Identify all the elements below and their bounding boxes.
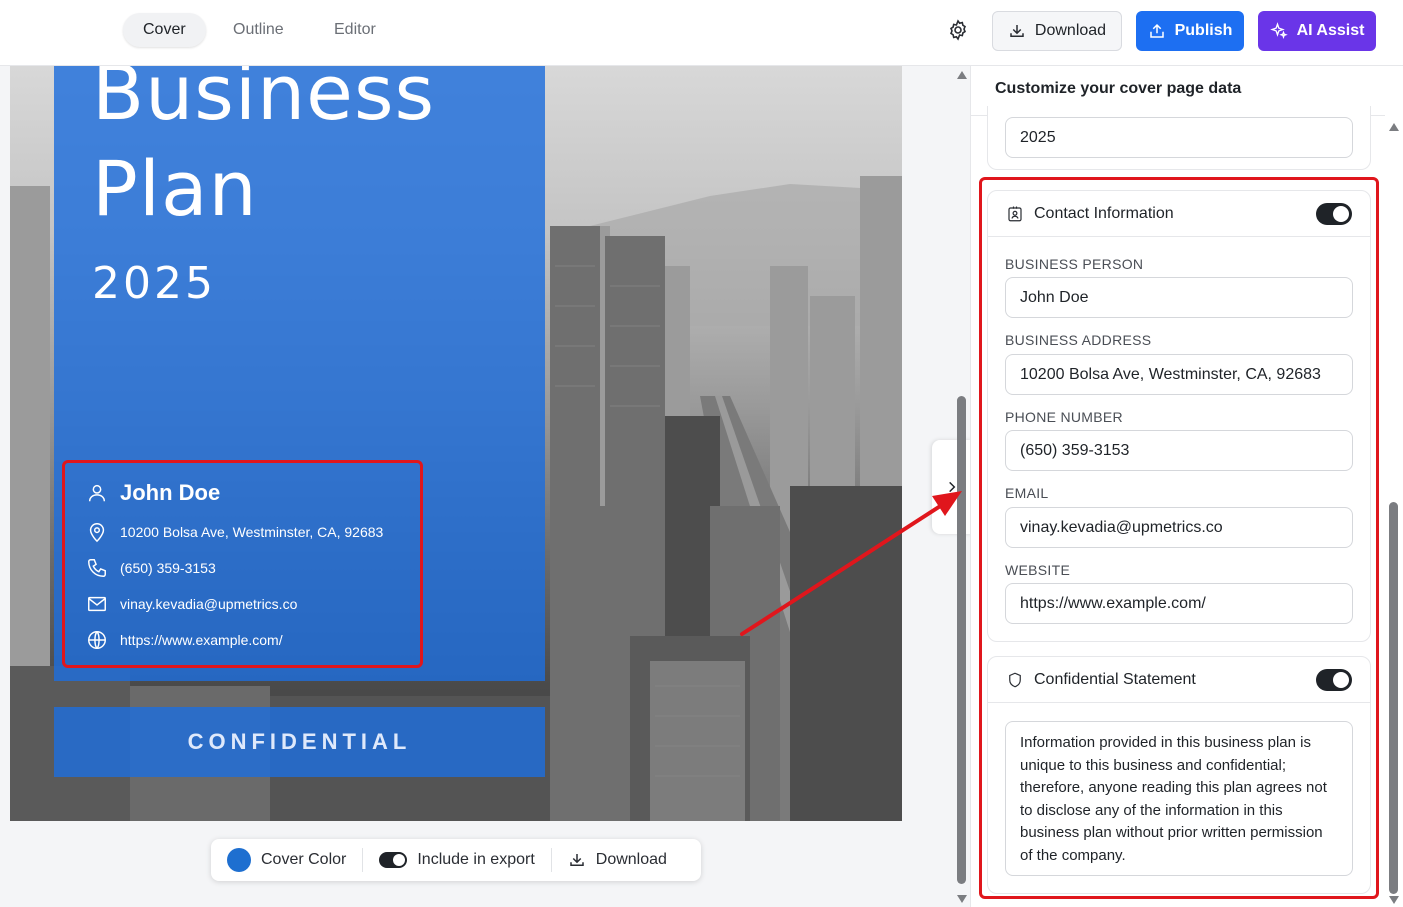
panel-scrollbar[interactable]: [1387, 120, 1401, 905]
cover-title-line-1: Business: [92, 66, 436, 137]
cover-year: 2025: [92, 258, 216, 309]
cover-title-line-2: Plan: [92, 144, 258, 233]
gear-icon[interactable]: [946, 18, 970, 42]
confidential-band: CONFIDENTIAL: [54, 707, 545, 777]
highlight-box-cover-contact: [62, 460, 423, 668]
include-in-export-toggle[interactable]: [379, 852, 408, 868]
ai-assist-button[interactable]: AI Assist: [1258, 11, 1376, 51]
cover-color-control[interactable]: Cover Color: [211, 847, 362, 873]
include-in-export-control[interactable]: Include in export: [363, 847, 550, 873]
customize-panel: Customize your cover page data 2025 Cont…: [970, 66, 1403, 907]
canvas-scrollbar[interactable]: [956, 70, 968, 904]
download-icon: [1010, 25, 1024, 37]
cover-toolbar: Cover Color Include in export Download: [211, 839, 701, 881]
scroll-down-icon[interactable]: [956, 894, 968, 904]
ai-assist-label: AI Assist: [1296, 22, 1365, 39]
tab-editor[interactable]: Editor: [314, 13, 396, 47]
publish-label: Publish: [1174, 22, 1233, 39]
canvas-scroll-thumb[interactable]: [957, 396, 966, 884]
upload-icon: [1149, 23, 1164, 38]
download-label: Download: [1034, 22, 1107, 39]
publish-button[interactable]: Publish: [1136, 11, 1244, 51]
tab-cover[interactable]: Cover: [123, 13, 206, 47]
include-in-export-label: Include in export: [417, 851, 535, 868]
panel-heading: Customize your cover page data: [995, 80, 1242, 97]
tab-outline[interactable]: Outline: [213, 13, 304, 47]
highlight-box-panel-contact: [979, 177, 1379, 899]
download-icon: [570, 854, 584, 866]
cover-download-button[interactable]: Download: [552, 847, 683, 873]
scroll-up-icon[interactable]: [956, 70, 968, 80]
top-bar: Cover Outline Editor Download Publish AI…: [0, 0, 1403, 66]
cover-color-label: Cover Color: [261, 851, 347, 868]
cover-download-label: Download: [595, 851, 667, 868]
download-button[interactable]: Download: [992, 11, 1122, 51]
scroll-down-icon[interactable]: [1387, 895, 1401, 905]
sparkle-icon: [1269, 22, 1288, 39]
scroll-up-icon[interactable]: [1387, 122, 1401, 132]
panel-scroll-thumb[interactable]: [1389, 502, 1398, 894]
cover-color-swatch[interactable]: [227, 848, 251, 872]
cover-page[interactable]: Business Plan 2025 John Doe 10200 Bolsa …: [10, 66, 902, 821]
year-field[interactable]: 2025: [1005, 117, 1353, 158]
